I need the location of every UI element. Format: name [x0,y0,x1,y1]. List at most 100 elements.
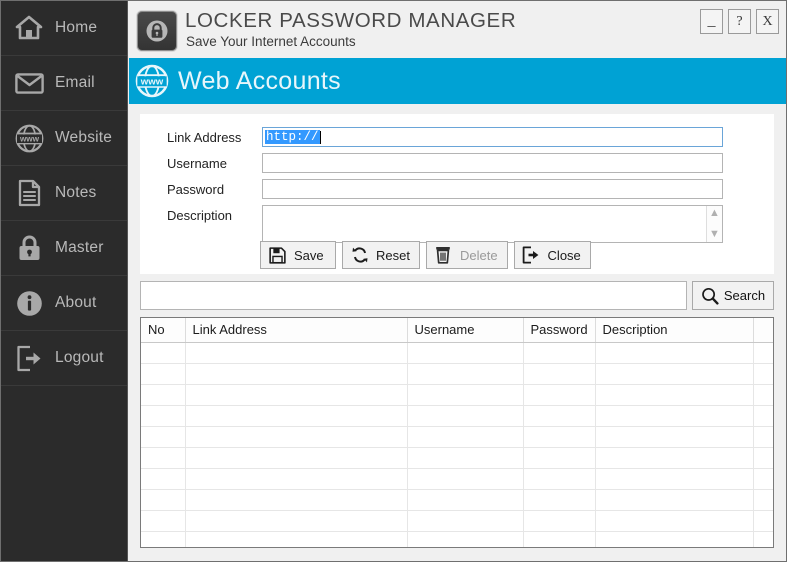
table-row[interactable] [141,510,773,532]
table-cell[interactable] [523,510,596,532]
table-cell[interactable] [407,489,524,511]
table-cell[interactable] [185,447,408,469]
table-cell[interactable] [185,384,408,406]
info-circle-icon [14,288,44,318]
sidebar-item-website[interactable]: www Website [1,111,127,166]
column-header-username[interactable]: Username [407,318,524,343]
table-cell[interactable] [407,384,524,406]
table-cell[interactable] [523,384,596,406]
table-cell[interactable] [595,489,754,511]
table-cell[interactable] [185,342,408,364]
table-cell[interactable] [407,363,524,385]
column-header-no[interactable]: No [141,318,186,343]
table-cell[interactable] [523,447,596,469]
chevron-up-icon[interactable]: ▲ [709,208,720,219]
help-button[interactable]: ? [728,9,751,34]
search-button[interactable]: Search [692,281,774,310]
table-row[interactable] [141,342,773,364]
table-cell[interactable] [595,363,754,385]
table-cell[interactable] [407,447,524,469]
table-body [141,342,773,547]
search-button-label: Search [723,288,766,303]
save-button[interactable]: Save [260,241,336,269]
table-cell[interactable] [185,531,408,547]
table-cell[interactable] [523,405,596,427]
accounts-table-container[interactable]: No Link Address Username Password Descri… [140,317,774,548]
sidebar-item-logout[interactable]: Logout [1,331,127,386]
table-cell[interactable] [185,468,408,490]
table-row[interactable] [141,363,773,385]
table-cell[interactable] [595,531,754,547]
table-cell[interactable] [595,342,754,364]
minimize-button[interactable]: _ [700,9,723,34]
table-header: No Link Address Username Password Descri… [141,318,773,343]
table-cell[interactable] [595,510,754,532]
table-cell[interactable] [141,363,186,385]
reset-button-label: Reset [376,247,410,263]
table-cell[interactable] [407,342,524,364]
table-cell[interactable] [407,468,524,490]
table-cell[interactable] [595,447,754,469]
sidebar-item-label: Notes [55,184,97,201]
table-row[interactable] [141,426,773,448]
chevron-down-icon[interactable]: ▼ [709,229,720,240]
table-row[interactable] [141,531,773,547]
text-caret [319,130,321,144]
table-cell[interactable] [407,531,524,547]
search-row: Search [140,281,774,310]
table-cell[interactable] [523,489,596,511]
table-cell[interactable] [523,363,596,385]
table-cell[interactable] [523,342,596,364]
sidebar-item-notes[interactable]: Notes [1,166,127,221]
table-cell[interactable] [141,405,186,427]
table-cell[interactable] [141,447,186,469]
table-cell[interactable] [141,510,186,532]
sidebar-item-email[interactable]: Email [1,56,127,111]
table-row[interactable] [141,384,773,406]
table-row[interactable] [141,447,773,469]
table-cell[interactable] [141,468,186,490]
close-button[interactable]: Close [513,241,591,269]
delete-button[interactable]: Delete [425,241,508,269]
table-cell[interactable] [141,384,186,406]
password-input[interactable] [262,179,723,199]
link-address-input[interactable]: http:// [262,127,723,147]
table-cell[interactable] [185,426,408,448]
table-cell[interactable] [185,363,408,385]
sidebar-item-home[interactable]: Home [1,1,127,56]
table-cell[interactable] [523,426,596,448]
table-row[interactable] [141,468,773,490]
sidebar-item-about[interactable]: About [1,276,127,331]
table-cell[interactable] [523,531,596,547]
table-cell-filler [753,531,773,547]
table-cell[interactable] [407,405,524,427]
table-row[interactable] [141,405,773,427]
table-cell[interactable] [185,510,408,532]
table-cell[interactable] [185,405,408,427]
table-cell[interactable] [595,468,754,490]
table-cell[interactable] [595,426,754,448]
close-window-button[interactable]: X [756,9,779,34]
table-cell[interactable] [595,384,754,406]
table-cell[interactable] [407,426,524,448]
table-cell-filler [753,363,773,385]
column-header-link-address[interactable]: Link Address [185,318,408,343]
table-cell[interactable] [523,468,596,490]
table-cell[interactable] [141,531,186,547]
table-cell[interactable] [141,426,186,448]
reset-button[interactable]: Reset [342,241,420,269]
globe-www-icon: www [135,64,169,98]
table-cell[interactable] [595,405,754,427]
column-header-description[interactable]: Description [595,318,754,343]
search-input[interactable] [140,281,687,310]
username-input[interactable] [262,153,723,173]
table-cell[interactable] [407,510,524,532]
sidebar-item-master[interactable]: Master [1,221,127,276]
table-row[interactable] [141,489,773,511]
table-cell[interactable] [141,342,186,364]
table-cell[interactable] [185,489,408,511]
description-scrollbar[interactable]: ▲ ▼ [706,206,722,242]
table-cell[interactable] [141,489,186,511]
description-input[interactable]: ▲ ▼ [262,205,723,243]
column-header-password[interactable]: Password [523,318,596,343]
